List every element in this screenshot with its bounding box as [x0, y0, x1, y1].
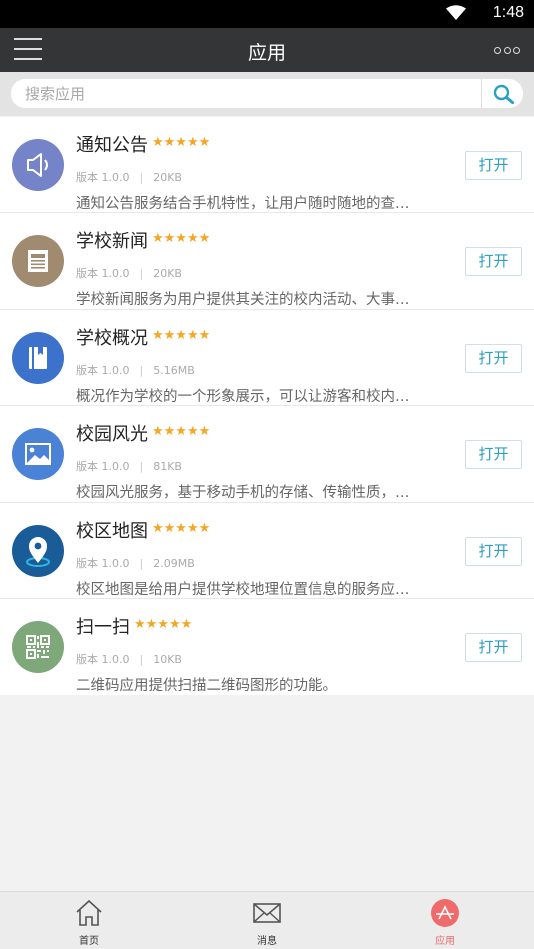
app-icon — [12, 139, 64, 191]
app-icon — [12, 331, 64, 384]
app-meta: 版本 1.0.0 | 81KB — [76, 460, 182, 474]
open-button[interactable]: 打开 — [465, 632, 522, 662]
qr-code-icon — [26, 634, 50, 659]
speaker-icon — [27, 153, 48, 177]
tab-label: 消息 — [257, 936, 277, 947]
app-meta: 版本 1.0.0 | 2.09MB — [76, 556, 195, 570]
more-dots-icon[interactable] — [494, 44, 520, 56]
app-version: 版本 1.0.0 — [76, 171, 130, 184]
tab-messages[interactable]: 消息 — [178, 892, 356, 949]
app-meta: 版本 1.0.0 | 20KB — [76, 171, 182, 184]
picture-icon — [25, 443, 51, 466]
book-icon — [29, 346, 47, 369]
app-size: 81KB — [153, 460, 182, 474]
rating-stars: ★★★★★ — [152, 520, 211, 536]
open-button[interactable]: 打开 — [465, 440, 522, 470]
list-item[interactable]: 扫一扫 ★★★★★ 版本 1.0.0 | 10KB 二维码应用提供扫描二维码图形的功… — [0, 598, 534, 696]
app-icon — [12, 428, 64, 481]
app-icon — [12, 524, 64, 577]
app-name: 校园风光 — [76, 424, 148, 446]
home-icon — [76, 899, 102, 926]
list-item[interactable]: 学校新闻 ★★★★★ 版本 1.0.0 | 20KB 学校新闻服务为用户提供其关注的… — [0, 213, 534, 310]
open-button[interactable]: 打开 — [465, 536, 522, 566]
app-bar: 应用 — [0, 28, 534, 72]
app-size: 2.09MB — [153, 556, 195, 570]
envelope-icon — [253, 903, 281, 923]
wifi-icon — [446, 5, 466, 20]
app-version: 版本 1.0.0 — [76, 267, 130, 281]
status-time: 1:48 — [492, 4, 524, 21]
app-meta: 版本 1.0.0 | 20KB — [76, 267, 182, 281]
rating-stars: ★★★★★ — [152, 424, 211, 440]
app-description: 通知公告服务结合手机特性，让用户随时随地的查… — [76, 196, 410, 212]
app-version: 版本 1.0.0 — [76, 363, 130, 377]
page-title: 应用 — [247, 42, 286, 64]
rating-stars: ★★★★★ — [152, 135, 211, 150]
app-name: 学校新闻 — [76, 231, 148, 253]
search-box — [11, 79, 523, 108]
apps-icon — [431, 899, 459, 927]
app-icon — [12, 235, 64, 288]
tab-home[interactable]: 首页 — [0, 892, 178, 949]
list-item[interactable]: 校区地图 ★★★★★ 版本 1.0.0 | 2.09MB 校区地图是给用户提供学校地… — [0, 502, 534, 599]
app-size: 10KB — [153, 652, 182, 666]
app-description: 概况作为学校的一个形象展示，可以让游客和校内… — [76, 388, 410, 405]
rating-stars: ★★★★★ — [134, 616, 193, 632]
newspaper-icon — [28, 250, 48, 273]
app-meta: 版本 1.0.0 | 5.16MB — [76, 363, 195, 377]
bottom-nav: 首页 消息 应用 — [0, 891, 534, 949]
search-button[interactable] — [481, 79, 523, 108]
rating-stars: ★★★★★ — [152, 231, 211, 247]
search-input[interactable] — [25, 83, 475, 104]
app-icon — [12, 620, 64, 673]
app-name: 学校概况 — [76, 327, 148, 349]
app-description: 学校新闻服务为用户提供其关注的校内活动、大事… — [76, 292, 410, 309]
list-item[interactable]: 校园风光 ★★★★★ 版本 1.0.0 | 81KB 校园风光服务，基于移动手机的存… — [0, 406, 534, 503]
tab-label: 首页 — [79, 936, 99, 947]
list-item[interactable]: 学校概况 ★★★★★ 版本 1.0.0 | 5.16MB 概况作为学校的一个形象展示… — [0, 309, 534, 407]
app-version: 版本 1.0.0 — [76, 556, 130, 570]
app-description: 校园风光服务，基于移动手机的存储、传输性质，… — [76, 485, 410, 502]
app-description: 校区地图是给用户提供学校地理位置信息的服务应… — [76, 581, 410, 598]
tab-label: 应用 — [435, 936, 455, 947]
list-item[interactable]: 通知公告 ★★★★★ 版本 1.0.0 | 20KB 通知公告服务结合手机特性，让用… — [0, 117, 534, 214]
open-button[interactable]: 打开 — [465, 151, 522, 180]
status-bar: 1:48 — [0, 0, 534, 28]
open-button[interactable]: 打开 — [465, 247, 522, 277]
app-description: 二维码应用提供扫描二维码图形的功能。 — [76, 677, 337, 694]
app-name: 扫一扫 — [76, 616, 130, 638]
app-version: 版本 1.0.0 — [76, 460, 130, 474]
open-button[interactable]: 打开 — [465, 343, 522, 373]
search-icon — [493, 84, 514, 104]
app-meta: 版本 1.0.0 | 10KB — [76, 652, 182, 666]
rating-stars: ★★★★★ — [152, 327, 211, 343]
app-name: 通知公告 — [76, 135, 148, 156]
app-name: 校区地图 — [76, 520, 148, 542]
tab-apps[interactable]: 应用 — [356, 892, 534, 949]
app-list: 通知公告 ★★★★★ 版本 1.0.0 | 20KB 通知公告服务结合手机特性，让用… — [0, 117, 534, 696]
app-size: 20KB — [153, 171, 182, 184]
map-pin-icon — [26, 536, 50, 567]
search-bar — [0, 72, 534, 116]
app-size: 5.16MB — [153, 363, 195, 377]
app-size: 20KB — [153, 267, 182, 281]
app-version: 版本 1.0.0 — [76, 652, 130, 666]
